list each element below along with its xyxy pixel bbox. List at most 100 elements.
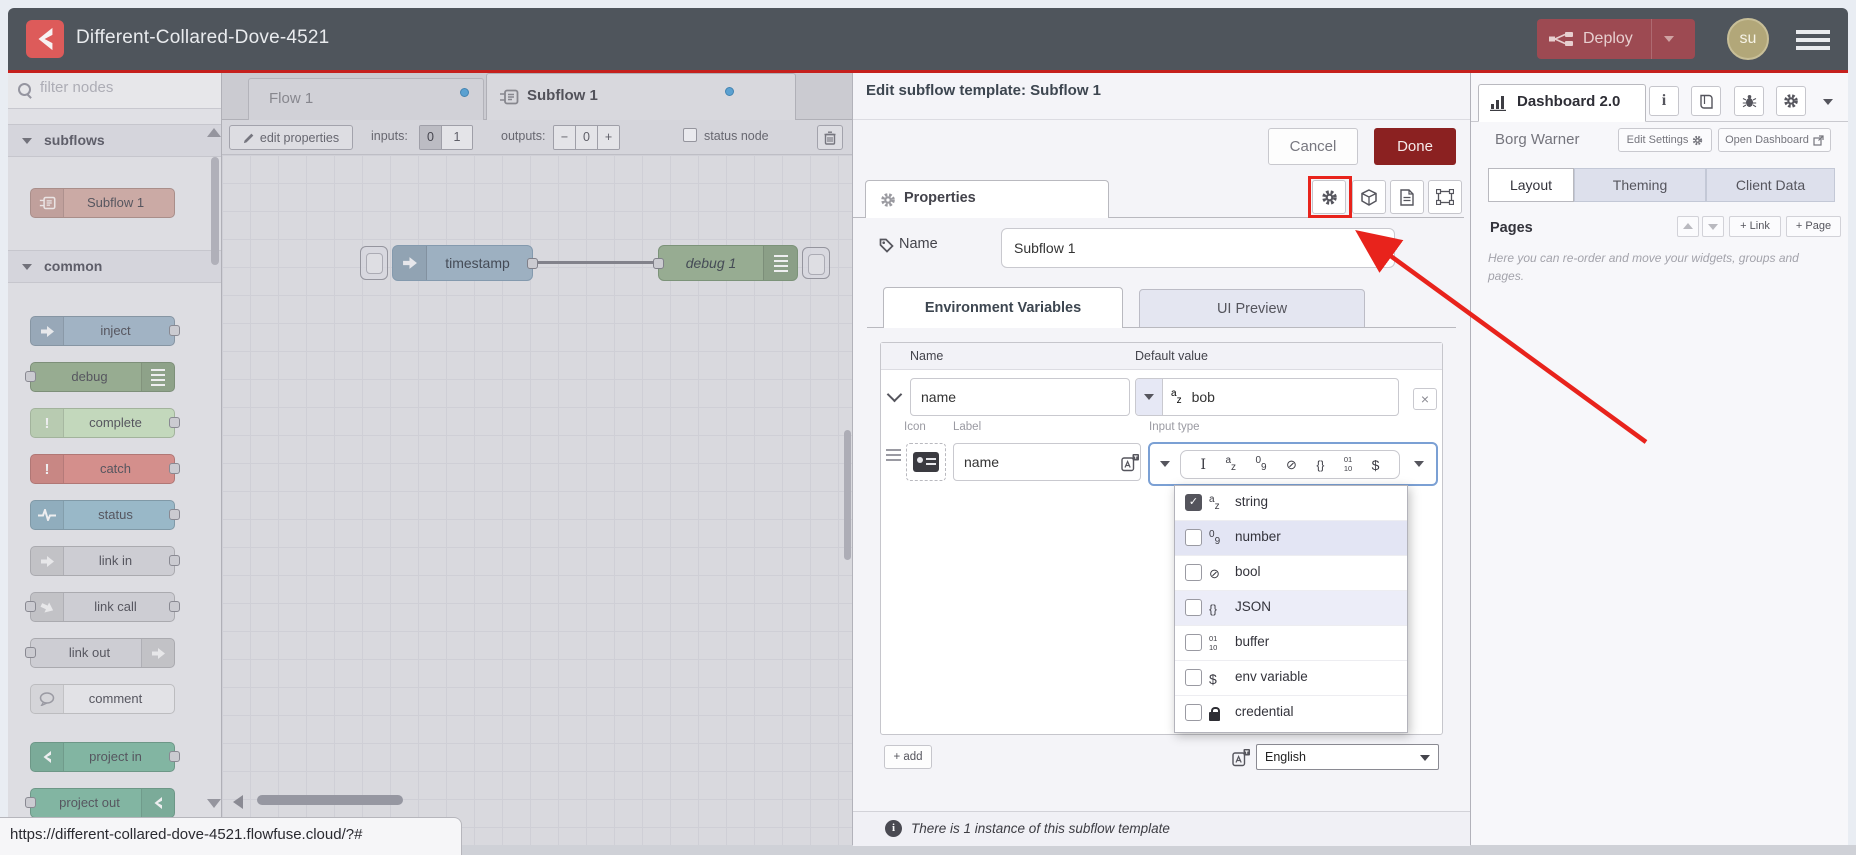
type-option-json[interactable]: {} JSON — [1175, 591, 1407, 626]
tab-subflow-1[interactable]: Subflow 1 — [486, 73, 796, 120]
canvas-node-debug-1[interactable]: debug 1 — [653, 245, 798, 281]
output-port[interactable] — [169, 751, 180, 762]
output-port[interactable] — [169, 325, 180, 336]
cancel-button[interactable]: Cancel — [1268, 128, 1358, 165]
type-option-bool[interactable]: ⊘ bool — [1175, 556, 1407, 591]
edit-properties-button[interactable]: edit properties — [229, 125, 353, 150]
wire-timestamp-debug[interactable] — [538, 261, 654, 264]
type-option-string[interactable]: ✓ az string — [1175, 486, 1407, 521]
input-port[interactable] — [25, 797, 36, 808]
type-option-credential[interactable]: credential — [1175, 696, 1407, 731]
flow-canvas[interactable]: Flow 1 Subflow 1 edit properties inputs:… — [222, 73, 852, 845]
output-port[interactable] — [169, 463, 180, 474]
scroll-left-icon[interactable] — [233, 795, 243, 809]
tab-environment-variables[interactable]: Environment Variables — [883, 287, 1123, 328]
checkbox-checked[interactable]: ✓ — [1185, 494, 1202, 511]
palette-node-complete[interactable]: ! complete — [30, 408, 180, 438]
type-list-chevron[interactable] — [1160, 461, 1170, 467]
subflow-output-stub[interactable] — [802, 247, 830, 279]
env-var-value-text[interactable]: bob — [1192, 389, 1215, 405]
debug-sidebar-button[interactable] — [1734, 86, 1764, 116]
move-up-button[interactable] — [1677, 216, 1699, 237]
palette-category-common[interactable]: common — [8, 250, 221, 283]
palette-scrollbar[interactable] — [211, 157, 219, 265]
palette-node-link-out[interactable]: link out — [25, 638, 175, 668]
palette-node-project-out[interactable]: project out — [25, 788, 175, 818]
type-option-env-variable[interactable]: $ env variable — [1175, 661, 1407, 696]
remove-env-var-button[interactable]: × — [1413, 388, 1437, 410]
tab-properties[interactable]: Properties — [865, 180, 1109, 218]
outputs-increment-button[interactable]: + — [598, 126, 619, 149]
input-port[interactable] — [653, 258, 664, 269]
inputs-0-option[interactable]: 0 — [420, 126, 442, 149]
open-dashboard-button[interactable]: Open Dashboard — [1718, 128, 1831, 152]
done-button[interactable]: Done — [1374, 128, 1456, 165]
canvas-vertical-scrollbar[interactable] — [844, 430, 851, 560]
status-node-checkbox[interactable] — [683, 128, 697, 142]
config-nodes-button[interactable] — [1776, 86, 1806, 116]
output-port[interactable] — [169, 509, 180, 520]
env-var-name-input[interactable] — [910, 378, 1130, 416]
language-select[interactable]: English — [1256, 744, 1439, 770]
tab-layout[interactable]: Layout — [1488, 168, 1574, 202]
palette-node-link-in[interactable]: link in — [30, 546, 180, 576]
value-type-select[interactable] — [1136, 379, 1163, 415]
info-sidebar-button[interactable]: i — [1649, 86, 1679, 116]
input-port[interactable] — [25, 647, 36, 658]
checkbox[interactable] — [1185, 669, 1202, 686]
chevron-down-icon[interactable] — [1414, 461, 1424, 467]
move-down-button[interactable] — [1702, 216, 1724, 237]
checkbox[interactable] — [1185, 564, 1202, 581]
palette-category-subflows[interactable]: subflows — [8, 124, 221, 157]
type-option-number[interactable]: 09 number — [1175, 521, 1407, 556]
input-port[interactable] — [25, 371, 36, 382]
palette-node-debug[interactable]: debug — [25, 362, 175, 392]
add-page-button[interactable]: + Page — [1786, 216, 1841, 237]
checkbox[interactable] — [1185, 599, 1202, 616]
outputs-decrement-button[interactable]: − — [554, 126, 576, 149]
output-port[interactable] — [169, 417, 180, 428]
output-port[interactable] — [169, 555, 180, 566]
row-expand-chevron[interactable] — [886, 386, 903, 403]
palette-node-status[interactable]: status — [30, 500, 180, 530]
tab-ui-preview[interactable]: UI Preview — [1139, 289, 1365, 328]
delete-subflow-button[interactable] — [817, 125, 843, 150]
subflow-name-input[interactable] — [1001, 228, 1395, 268]
canvas-horizontal-scrollbar[interactable] — [257, 795, 403, 805]
user-avatar[interactable]: su — [1727, 18, 1769, 60]
main-menu-button[interactable] — [1796, 30, 1830, 50]
sidebar-options-chevron[interactable] — [1823, 99, 1833, 105]
flowfuse-logo-icon[interactable] — [26, 20, 64, 58]
inputs-1-option[interactable]: 1 — [442, 126, 472, 149]
output-port[interactable] — [169, 601, 180, 612]
palette-node-link-call[interactable]: link call — [25, 592, 180, 622]
checkbox[interactable] — [1185, 529, 1202, 546]
appearance-button[interactable] — [1428, 180, 1462, 214]
palette-scroll-up-icon[interactable] — [207, 128, 221, 137]
env-var-icon-picker[interactable] — [906, 443, 946, 481]
palette-node-comment[interactable]: comment — [30, 684, 175, 714]
description-button[interactable] — [1390, 180, 1424, 214]
module-properties-button[interactable] — [1352, 180, 1386, 214]
type-option-buffer[interactable]: 01 10 buffer — [1175, 626, 1407, 661]
palette-node-inject[interactable]: inject — [30, 316, 180, 346]
filter-nodes-input[interactable] — [38, 78, 202, 97]
drag-handle-icon[interactable] — [886, 449, 901, 463]
subflow-input-stub[interactable] — [360, 246, 388, 280]
tab-theming[interactable]: Theming — [1574, 168, 1706, 202]
canvas-node-timestamp[interactable]: timestamp — [392, 245, 538, 281]
palette-node-project-in[interactable]: project in — [30, 742, 180, 772]
add-link-button[interactable]: + Link — [1729, 216, 1781, 237]
translate-icon[interactable] — [1121, 453, 1140, 472]
output-port[interactable] — [527, 258, 538, 269]
tab-client-data[interactable]: Client Data — [1706, 168, 1835, 202]
checkbox[interactable] — [1185, 634, 1202, 651]
help-sidebar-button[interactable] — [1691, 86, 1721, 116]
tab-dashboard-2[interactable]: Dashboard 2.0 — [1478, 84, 1646, 122]
deploy-options-chevron[interactable] — [1650, 19, 1674, 59]
deploy-button[interactable]: Deploy — [1537, 19, 1695, 59]
palette-scroll-down-icon[interactable] — [207, 799, 221, 808]
palette-node-subflow-1[interactable]: Subflow 1 — [30, 188, 175, 218]
tab-flow-1[interactable]: Flow 1 — [248, 78, 484, 120]
checkbox[interactable] — [1185, 704, 1202, 721]
